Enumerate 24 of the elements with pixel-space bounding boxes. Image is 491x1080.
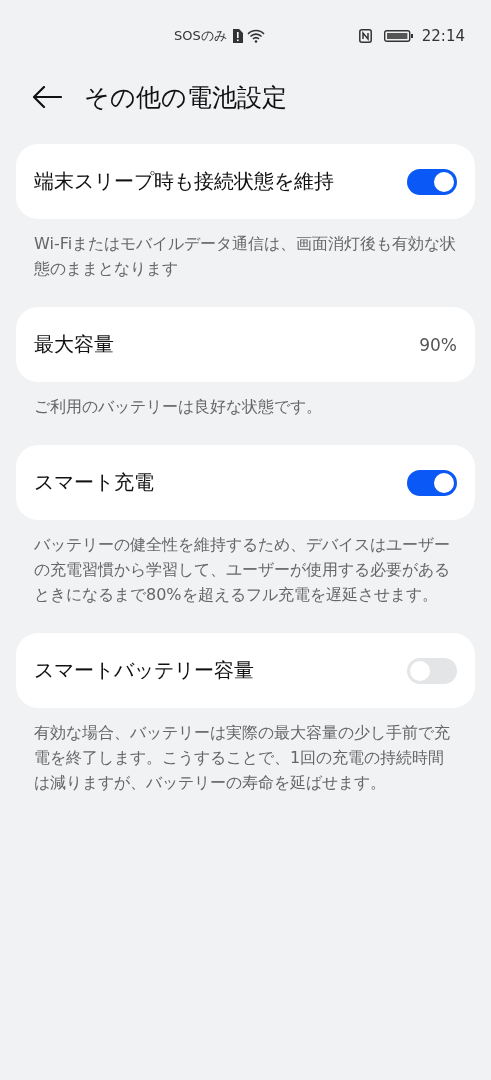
setting-card[interactable]: スマートバッテリー容量: [16, 633, 475, 708]
setting-card[interactable]: 端末スリープ時も接続状態を維持: [16, 144, 475, 219]
toggle-switch[interactable]: [407, 168, 457, 195]
clock-text: 22:14: [421, 27, 465, 45]
setting-value: 90%: [419, 334, 457, 355]
setting-description: Wi-Fiまたはモバイルデータ通信は、画面消灯後も有効な状態のままとなります: [33, 233, 458, 280]
page-title: その他の電池設定: [84, 81, 287, 114]
setting-description: 有効な場合、バッテリーは実際の最大容量の少し手前で充電を終了します。こうすることで、1回の充電の持続時間は減りますが、バッテリーの寿命を延ばせます。: [33, 722, 451, 794]
setting-description: ご利用のバッテリーは良好な状態です。: [33, 396, 323, 418]
setting-card[interactable]: スマート充電: [16, 445, 475, 520]
nfc-icon: [358, 29, 372, 43]
setting-label: スマートバッテリー容量: [34, 657, 255, 684]
setting-label: 最大容量: [34, 331, 115, 358]
sim-alert-icon: [230, 29, 243, 43]
setting-description: バッテリーの健全性を維持するため、デバイスはユーザーの充電習慣から学習して、ユーザーが使用する必要があるときになるまで80%を超えるフル充電を遅延させます。: [33, 534, 451, 606]
wifi-icon: [246, 29, 265, 43]
toggle-switch[interactable]: [407, 469, 457, 496]
battery-icon: [383, 29, 414, 43]
setting-label: 端末スリープ時も接続状態を維持: [34, 168, 335, 195]
back-arrow-icon[interactable]: [32, 86, 62, 108]
setting-label: スマート充電: [34, 469, 155, 496]
carrier-text: SOSのみ: [174, 27, 227, 45]
setting-card[interactable]: 最大容量 90%: [16, 307, 475, 382]
toggle-switch[interactable]: [407, 657, 457, 684]
